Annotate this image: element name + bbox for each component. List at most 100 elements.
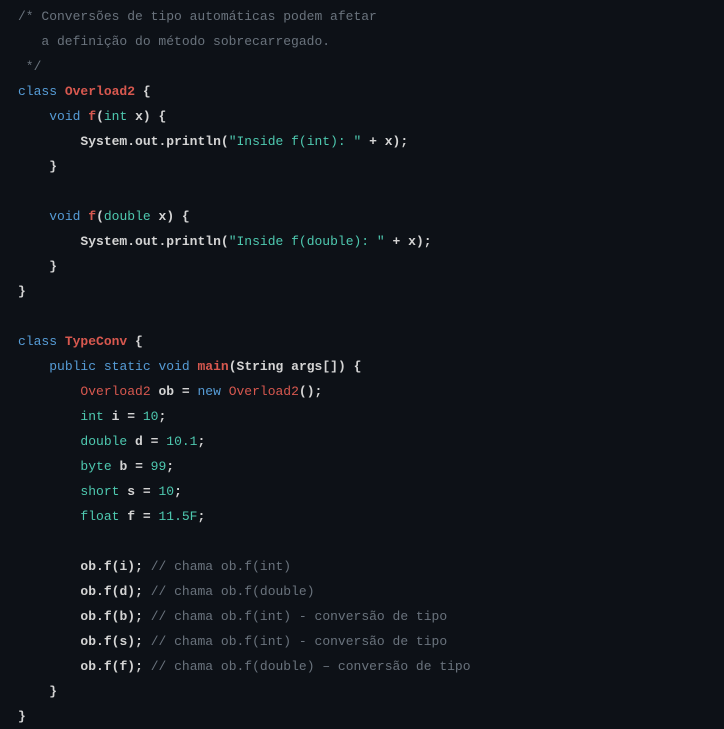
type-double: double bbox=[80, 434, 127, 449]
dot: . bbox=[96, 584, 104, 599]
space bbox=[221, 384, 229, 399]
paren: ( bbox=[221, 234, 229, 249]
dot: . bbox=[96, 634, 104, 649]
semi: ; bbox=[197, 434, 205, 449]
ident-out: out bbox=[135, 234, 158, 249]
call-f: f bbox=[104, 584, 112, 599]
keyword-static: static bbox=[104, 359, 151, 374]
line-comment: // chama ob.f(double) – conversão de tip… bbox=[151, 659, 471, 674]
space bbox=[190, 359, 198, 374]
call-f: f bbox=[104, 609, 112, 624]
space bbox=[57, 334, 65, 349]
eq: = bbox=[135, 509, 158, 524]
brace: { bbox=[135, 84, 151, 99]
var-s: s bbox=[127, 484, 135, 499]
space bbox=[57, 84, 65, 99]
ident-out: out bbox=[135, 134, 158, 149]
type-short: short bbox=[80, 484, 119, 499]
var-f: f bbox=[127, 509, 135, 524]
method-name: f bbox=[88, 209, 96, 224]
paren-brace: ) { bbox=[143, 109, 166, 124]
eq: = bbox=[127, 459, 150, 474]
ident-ob: ob bbox=[80, 584, 96, 599]
eq: = bbox=[135, 484, 158, 499]
brackets: [] bbox=[322, 359, 338, 374]
brace: } bbox=[18, 284, 26, 299]
method-main: main bbox=[198, 359, 229, 374]
ident-ob: ob bbox=[80, 609, 96, 624]
keyword-class: class bbox=[18, 334, 57, 349]
param-args: args bbox=[291, 359, 322, 374]
dot: . bbox=[127, 134, 135, 149]
string-literal: "Inside f(double): " bbox=[229, 234, 385, 249]
code-editor[interactable]: /* Conversões de tipo automáticas podem … bbox=[18, 4, 724, 729]
ident-ob: ob bbox=[80, 634, 96, 649]
paren-semi-sp: ); bbox=[127, 659, 150, 674]
dot: . bbox=[96, 659, 104, 674]
brace: } bbox=[49, 259, 57, 274]
keyword-void: void bbox=[49, 209, 80, 224]
eq: = bbox=[174, 384, 197, 399]
keyword-void: void bbox=[158, 359, 189, 374]
num-11-5f: 11.5F bbox=[158, 509, 197, 524]
keyword-class: class bbox=[18, 84, 57, 99]
plus: + bbox=[361, 134, 384, 149]
semi: ; bbox=[197, 509, 205, 524]
ident-ob: ob bbox=[80, 559, 96, 574]
paren-semi: ); bbox=[416, 234, 432, 249]
dot: . bbox=[96, 559, 104, 574]
string-literal: "Inside f(int): " bbox=[229, 134, 362, 149]
type-int: int bbox=[80, 409, 103, 424]
paren-brace: ) { bbox=[166, 209, 189, 224]
paren: ( bbox=[221, 134, 229, 149]
class-name: TypeConv bbox=[65, 334, 127, 349]
space bbox=[127, 434, 135, 449]
space bbox=[96, 359, 104, 374]
eq: = bbox=[143, 434, 166, 449]
dot: . bbox=[96, 609, 104, 624]
var-d: d bbox=[135, 434, 143, 449]
dot: . bbox=[127, 234, 135, 249]
num-10: 10 bbox=[143, 409, 159, 424]
paren-brace: ) { bbox=[338, 359, 361, 374]
line-comment: // chama ob.f(double) bbox=[151, 584, 315, 599]
semi: ; bbox=[158, 409, 166, 424]
type-overload2: Overload2 bbox=[80, 384, 150, 399]
paren: ( bbox=[229, 359, 237, 374]
type-string: String bbox=[237, 359, 284, 374]
num-10b: 10 bbox=[158, 484, 174, 499]
num-99: 99 bbox=[151, 459, 167, 474]
param-x: x bbox=[135, 109, 143, 124]
paren-semi-sp: ); bbox=[127, 634, 150, 649]
line-comment: // chama ob.f(int) - conversão de tipo bbox=[151, 609, 447, 624]
ident-x: x bbox=[385, 134, 393, 149]
comment-line: /* Conversões de tipo automáticas podem … bbox=[18, 9, 377, 24]
space bbox=[104, 409, 112, 424]
paren-semi: ); bbox=[393, 134, 409, 149]
line-comment: // chama ob.f(int) bbox=[151, 559, 291, 574]
semi: ; bbox=[174, 484, 182, 499]
parens-semi: (); bbox=[299, 384, 322, 399]
space bbox=[151, 209, 159, 224]
call-f: f bbox=[104, 634, 112, 649]
ident-x: x bbox=[408, 234, 416, 249]
ident-system: System bbox=[80, 134, 127, 149]
paren-semi-sp: ); bbox=[127, 559, 150, 574]
semi: ; bbox=[166, 459, 174, 474]
eq: = bbox=[119, 409, 142, 424]
keyword-void: void bbox=[49, 109, 80, 124]
ctor-overload2: Overload2 bbox=[229, 384, 299, 399]
type-float: float bbox=[80, 509, 119, 524]
brace: { bbox=[127, 334, 143, 349]
ident-system: System bbox=[80, 234, 127, 249]
method-println: println bbox=[166, 134, 221, 149]
paren: ( bbox=[96, 209, 104, 224]
paren-semi-sp: ); bbox=[127, 584, 150, 599]
call-f: f bbox=[104, 659, 112, 674]
keyword-new: new bbox=[197, 384, 220, 399]
call-f: f bbox=[104, 559, 112, 574]
comment-line: a definição do método sobrecarregado. bbox=[18, 34, 330, 49]
brace: } bbox=[18, 709, 26, 724]
type-double: double bbox=[104, 209, 151, 224]
type-int: int bbox=[104, 109, 127, 124]
